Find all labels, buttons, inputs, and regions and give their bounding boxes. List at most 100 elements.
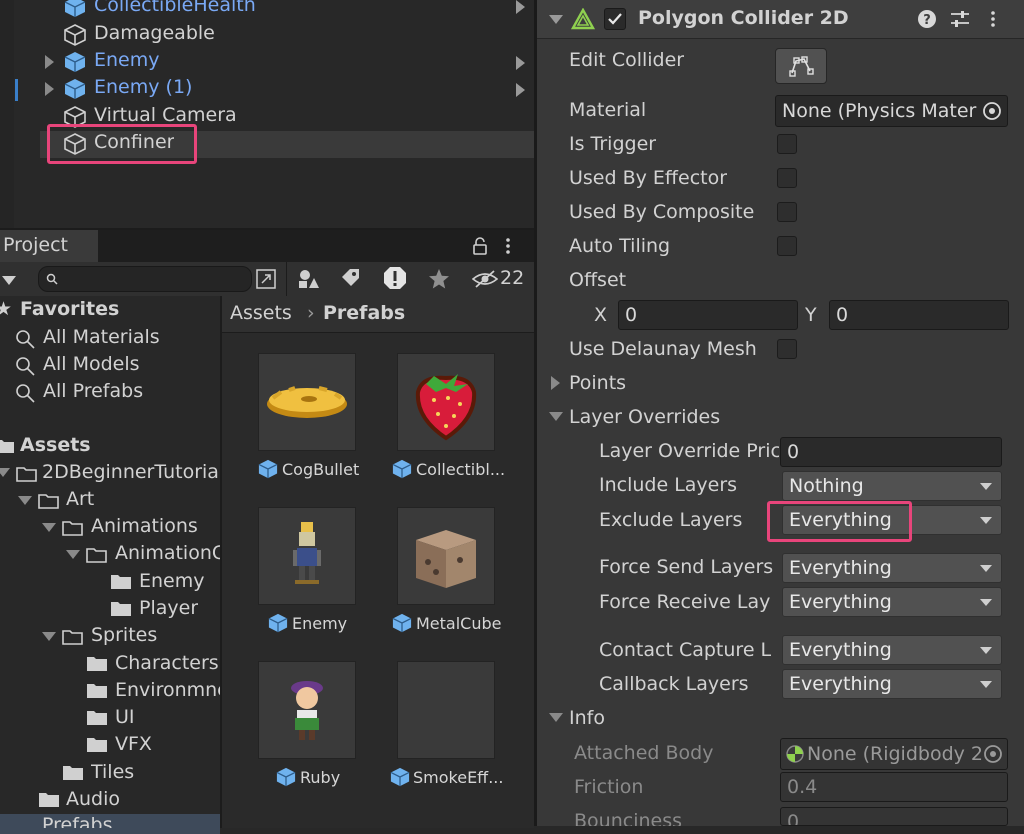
breadcrumb-current[interactable]: Prefabs bbox=[323, 302, 405, 324]
prefab-cube-icon bbox=[268, 613, 288, 633]
expand-arrow-icon[interactable] bbox=[45, 82, 54, 96]
layer-override-priority-label: Layer Override Pric bbox=[599, 440, 779, 462]
contact-capture-dropdown[interactable]: Everything bbox=[782, 635, 1002, 665]
search-input[interactable] bbox=[38, 266, 252, 292]
error-log-icon[interactable] bbox=[383, 266, 407, 292]
chevron-right-icon[interactable] bbox=[516, 56, 525, 70]
help-icon[interactable]: ? bbox=[917, 9, 937, 29]
inspector-panel: Polygon Collider 2D ? Edit Collider Mate… bbox=[537, 0, 1024, 826]
used-by-effector-checkbox[interactable] bbox=[777, 168, 797, 188]
tree-item[interactable]: 2DBeginnerTutoria bbox=[42, 461, 220, 483]
contact-capture-value: Everything bbox=[789, 639, 892, 661]
used-by-composite-checkbox[interactable] bbox=[777, 202, 797, 222]
use-delaunay-checkbox[interactable] bbox=[777, 339, 797, 359]
points-foldout-arrow-icon[interactable] bbox=[551, 376, 560, 390]
hierarchy-item[interactable]: Enemy (1) bbox=[40, 76, 534, 103]
toolbar-divider bbox=[286, 262, 287, 296]
expand-arrow-icon[interactable] bbox=[66, 550, 80, 559]
tab-project-label: Project bbox=[3, 234, 69, 256]
expand-arrow-icon[interactable] bbox=[18, 496, 32, 505]
favorites-item[interactable]: All Models bbox=[43, 353, 140, 375]
offset-x-label: X bbox=[594, 304, 608, 326]
material-field[interactable]: None (Physics Mater bbox=[775, 95, 1008, 127]
component-enabled-checkbox[interactable] bbox=[604, 8, 626, 30]
rigidbody-icon bbox=[786, 745, 804, 763]
is-trigger-checkbox[interactable] bbox=[777, 134, 797, 154]
hidden-packages-eye-icon[interactable] bbox=[472, 269, 498, 289]
asset-thumbnail-enemy[interactable] bbox=[258, 507, 356, 605]
checkmark-icon bbox=[608, 13, 622, 25]
tree-item[interactable]: VFX bbox=[115, 733, 152, 755]
include-layers-dropdown[interactable]: Nothing bbox=[782, 471, 1002, 501]
edit-collider-button[interactable] bbox=[775, 48, 827, 84]
tree-item[interactable]: Environmne bbox=[115, 679, 220, 701]
hierarchy-item[interactable]: Damageable bbox=[40, 22, 534, 49]
chevron-right-icon[interactable] bbox=[516, 83, 525, 97]
cog-bullet-image bbox=[267, 386, 347, 418]
filter-by-type-icon[interactable] bbox=[297, 268, 321, 290]
filter-by-label-icon[interactable] bbox=[340, 268, 360, 288]
asset-thumbnail-ruby[interactable] bbox=[258, 661, 356, 759]
asset-label: Ruby bbox=[300, 768, 341, 787]
hierarchy-item[interactable]: CollectibleHealth bbox=[40, 0, 534, 21]
expand-arrow-icon[interactable] bbox=[42, 632, 56, 641]
tree-item[interactable]: Animations bbox=[91, 515, 198, 537]
kebab-menu-icon[interactable] bbox=[504, 237, 512, 255]
tree-item[interactable]: Audio bbox=[66, 788, 120, 810]
kebab-menu-icon[interactable] bbox=[989, 10, 997, 28]
component-header[interactable]: Polygon Collider 2D ? bbox=[537, 0, 1024, 39]
foldout-arrow-icon[interactable] bbox=[549, 15, 563, 24]
tree-assets-root[interactable]: Assets bbox=[20, 434, 91, 456]
tree-item[interactable]: Player bbox=[139, 597, 198, 619]
expand-arrow-icon[interactable] bbox=[45, 55, 54, 69]
asset-thumbnail-cogbullet[interactable] bbox=[258, 353, 356, 451]
chevron-right-icon[interactable] bbox=[516, 0, 525, 14]
tree-item[interactable]: UI bbox=[115, 706, 135, 728]
layer-override-priority-field[interactable]: 0 bbox=[780, 437, 1002, 467]
tab-project[interactable]: Project bbox=[0, 230, 98, 262]
breadcrumb-root[interactable]: Assets bbox=[230, 302, 292, 324]
asset-thumbnail-metalcube[interactable] bbox=[397, 507, 495, 605]
expand-arrow-icon[interactable] bbox=[0, 468, 10, 477]
search-by-type-icon[interactable] bbox=[255, 268, 277, 290]
asset-thumbnail-collectible[interactable] bbox=[397, 353, 495, 451]
project-panel: Project 22 ★ Favorites All Materials All… bbox=[0, 228, 534, 834]
favorites-header[interactable]: Favorites bbox=[20, 298, 119, 320]
tree-item[interactable]: Tiles bbox=[91, 761, 134, 783]
expand-arrow-icon[interactable] bbox=[42, 523, 56, 532]
edit-collider-icon bbox=[789, 56, 814, 77]
layer-overrides-foldout[interactable]: Layer Overrides bbox=[569, 406, 720, 428]
chevron-down-icon bbox=[980, 681, 992, 688]
favorite-star-icon[interactable] bbox=[428, 268, 450, 290]
used-by-composite-label: Used By Composite bbox=[569, 201, 755, 223]
favorites-item[interactable]: All Prefabs bbox=[43, 380, 143, 402]
use-delaunay-label: Use Delaunay Mesh bbox=[569, 338, 757, 360]
object-picker-icon[interactable] bbox=[981, 100, 1003, 122]
callback-layers-dropdown[interactable]: Everything bbox=[782, 669, 1002, 699]
tree-item[interactable]: Art bbox=[66, 488, 94, 510]
tree-item[interactable]: Sprites bbox=[91, 624, 157, 646]
force-send-dropdown[interactable]: Everything bbox=[782, 553, 1002, 583]
tree-item[interactable]: AnimationC bbox=[115, 542, 220, 564]
info-foldout[interactable]: Info bbox=[569, 707, 605, 729]
force-receive-dropdown[interactable]: Everything bbox=[782, 587, 1002, 617]
folder-icon bbox=[39, 793, 59, 807]
favorites-item[interactable]: All Materials bbox=[43, 326, 160, 348]
hierarchy-panel: CollectibleHealth Damageable Enemy Enemy… bbox=[0, 0, 534, 228]
folder-icon bbox=[87, 738, 107, 752]
tree-item[interactable]: Characters bbox=[115, 652, 220, 674]
offset-x-field[interactable]: 0 bbox=[618, 300, 798, 330]
auto-tiling-checkbox[interactable] bbox=[777, 236, 797, 256]
offset-y-value: 0 bbox=[836, 304, 849, 326]
layer-overrides-foldout-arrow-icon[interactable] bbox=[549, 412, 563, 421]
hierarchy-item-label: Damageable bbox=[94, 22, 215, 44]
asset-thumbnail-smokeeffect[interactable] bbox=[397, 661, 495, 759]
presets-sliders-icon[interactable] bbox=[949, 9, 971, 29]
create-dropdown-icon[interactable] bbox=[2, 276, 16, 285]
offset-y-field[interactable]: 0 bbox=[829, 300, 1009, 330]
hierarchy-item[interactable]: Enemy bbox=[40, 49, 534, 76]
points-foldout[interactable]: Points bbox=[569, 372, 626, 394]
tree-item[interactable]: Enemy bbox=[139, 570, 205, 592]
info-foldout-arrow-icon[interactable] bbox=[549, 713, 563, 722]
lock-icon[interactable] bbox=[472, 237, 488, 255]
